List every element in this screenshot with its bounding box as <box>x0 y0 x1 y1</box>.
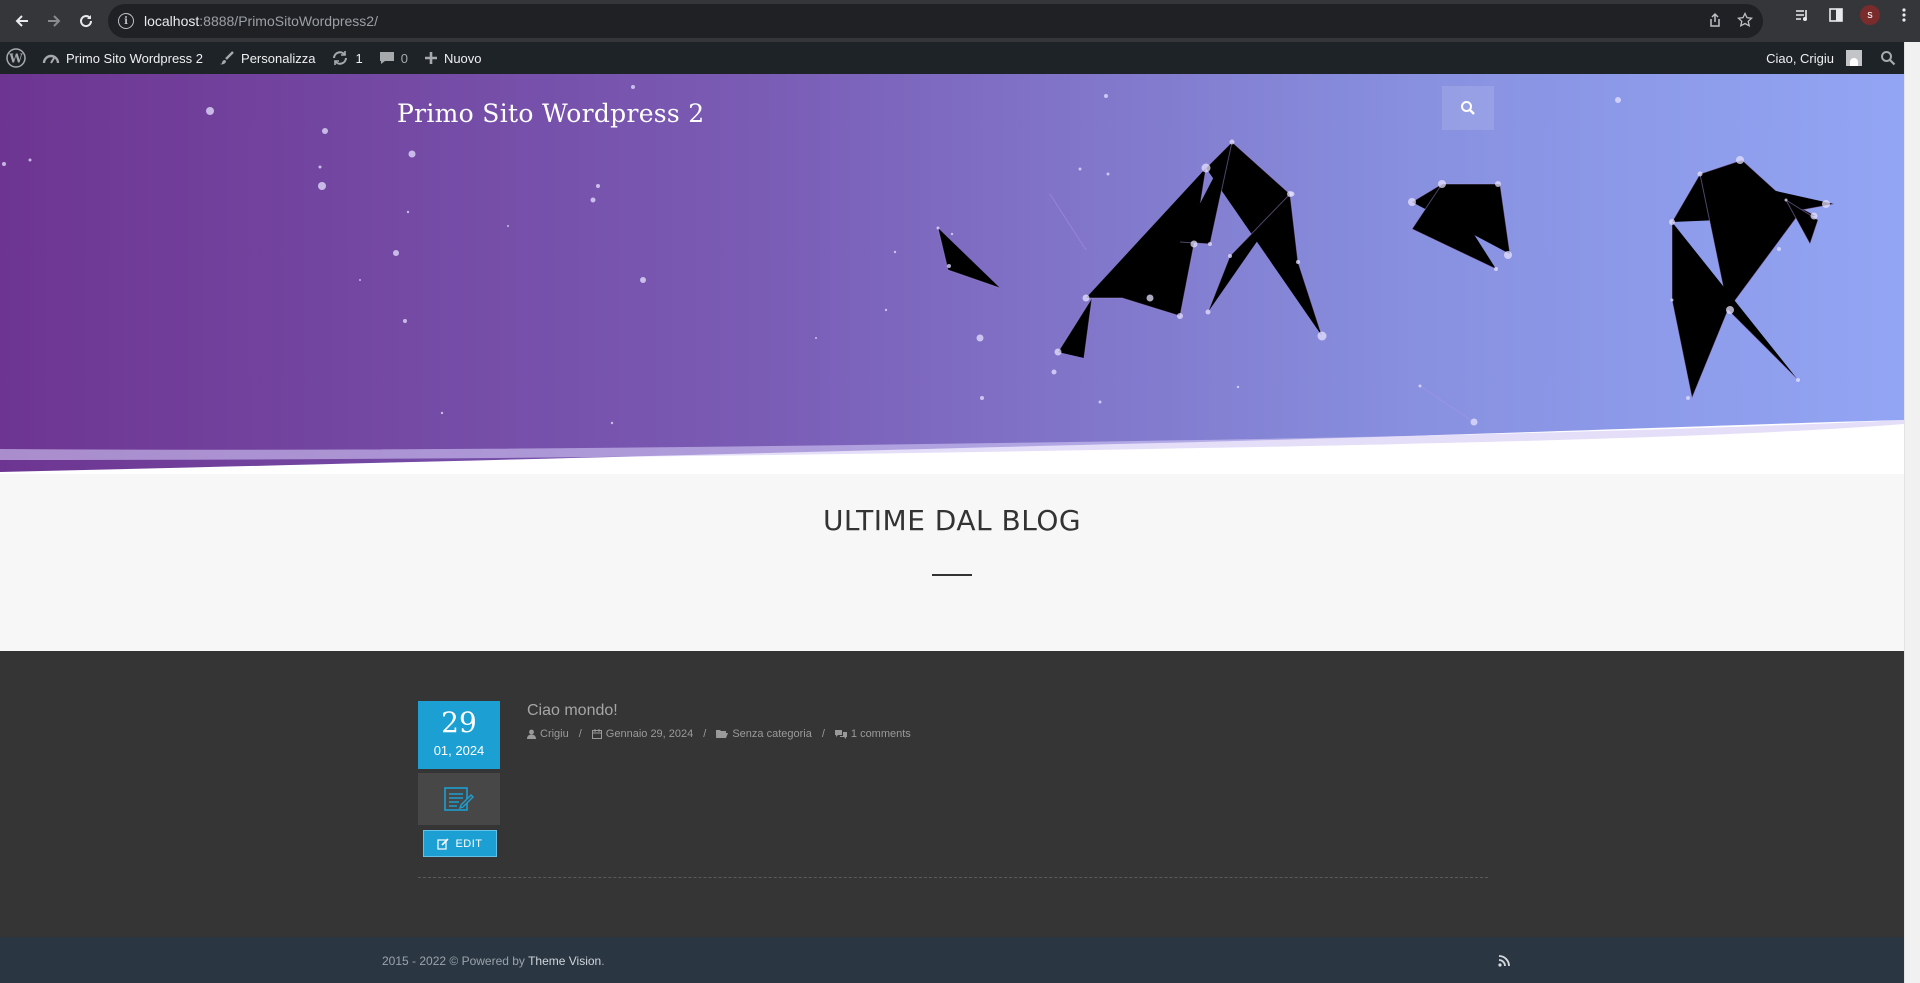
user-icon <box>527 729 536 739</box>
blog-section-header: ULTIME DAL BLOG <box>0 474 1904 651</box>
site-footer: 2015 - 2022 © Powered by Theme Vision. <box>0 937 1904 983</box>
forward-button[interactable] <box>38 5 70 37</box>
reload-button[interactable] <box>70 5 102 37</box>
profile-avatar[interactable]: s <box>1860 5 1880 25</box>
new-content-menu[interactable]: Nuovo <box>416 42 490 74</box>
post-day: 29 <box>441 706 477 739</box>
customize-label: Personalizza <box>241 50 316 66</box>
comments-menu[interactable]: 0 <box>371 42 416 74</box>
greeting-label: Ciao, Crigiu <box>1766 50 1834 66</box>
post-comments-link[interactable]: 1 comments <box>851 728 911 740</box>
page-scrollbar[interactable] <box>1904 42 1920 983</box>
side-panel-icon[interactable] <box>1826 5 1846 25</box>
share-icon[interactable] <box>1707 12 1723 28</box>
back-arrow-icon <box>15 15 28 27</box>
plus-icon <box>424 51 438 65</box>
post-author-link[interactable]: Crigiu <box>540 728 569 740</box>
site-info-icon[interactable]: i <box>118 13 134 29</box>
edit-pencil-icon <box>437 837 450 850</box>
post-format-box <box>418 773 500 825</box>
paintbrush-icon <box>219 50 235 66</box>
blog-list: 29 01, 2024 EDIT Ciao mondo! Crigiu / Ge… <box>0 651 1904 937</box>
updates-count: 1 <box>355 50 363 66</box>
post-category-link[interactable]: Senza categoria <box>732 728 812 740</box>
meta-separator: / <box>578 728 582 740</box>
calendar-icon <box>591 729 602 739</box>
post-title-link[interactable]: Ciao mondo! <box>527 702 618 720</box>
site-name-menu[interactable]: Primo Sito Wordpress 2 <box>34 42 211 74</box>
wp-admin-bar: W Primo Sito Wordpress 2 Personalizza 1 … <box>0 42 1904 74</box>
theme-vision-link[interactable]: Theme Vision <box>528 954 601 968</box>
site-title[interactable]: Primo Sito Wordpress 2 <box>397 99 705 128</box>
kebab-menu-icon[interactable] <box>1894 5 1914 25</box>
meta-separator: / <box>703 728 707 740</box>
admin-search[interactable] <box>1870 42 1904 74</box>
search-icon <box>1461 101 1475 115</box>
rss-feed-link[interactable] <box>1498 954 1510 972</box>
meta-separator: / <box>821 728 825 740</box>
footer-copyright: 2015 - 2022 © Powered by Theme Vision. <box>382 954 605 968</box>
my-account-menu[interactable]: Ciao, Crigiu <box>1758 42 1870 74</box>
wp-logo-menu[interactable]: W <box>0 42 34 74</box>
dashboard-gauge-icon <box>42 50 60 66</box>
updates-menu[interactable]: 1 <box>323 42 370 74</box>
media-control-icon[interactable] <box>1792 5 1812 25</box>
user-avatar <box>1846 50 1862 66</box>
new-label: Nuovo <box>443 50 482 66</box>
search-icon <box>1881 51 1896 66</box>
back-button[interactable] <box>6 5 38 37</box>
post-month-year: 01, 2024 <box>433 743 485 758</box>
bookmark-star-icon[interactable] <box>1737 12 1753 28</box>
section-divider <box>932 574 972 576</box>
post-meta: Crigiu / Gennaio 29, 2024 / Senza catego… <box>527 728 911 740</box>
browser-toolbar: i localhost:8888/PrimoSitoWordpress2/ s <box>0 0 1920 42</box>
hero-header: Primo Sito Wordpress 2 <box>0 74 1904 474</box>
particle-network-background <box>0 85 1904 474</box>
post-date-link[interactable]: Gennaio 29, 2024 <box>606 728 693 740</box>
svg-text:W: W <box>8 52 23 66</box>
reload-icon <box>80 15 93 28</box>
comment-bubble-icon <box>379 50 395 66</box>
post-format-edit-icon <box>444 787 474 811</box>
url-text: localhost:8888/PrimoSitoWordpress2/ <box>144 13 378 29</box>
forward-arrow-icon <box>48 15 61 27</box>
comments-icon <box>834 730 847 739</box>
edit-post-button[interactable]: EDIT <box>423 830 497 857</box>
section-title: ULTIME DAL BLOG <box>822 504 1082 537</box>
site-name-label: Primo Sito Wordpress 2 <box>66 50 204 66</box>
updates-refresh-icon <box>331 50 349 66</box>
customize-menu[interactable]: Personalizza <box>211 42 323 74</box>
edit-label: EDIT <box>455 837 483 850</box>
rss-icon <box>1498 955 1510 967</box>
address-bar[interactable]: i localhost:8888/PrimoSitoWordpress2/ <box>108 4 1763 38</box>
wordpress-logo-icon: W <box>6 48 26 68</box>
post-date-badge: 29 01, 2024 <box>418 701 500 769</box>
folder-open-icon <box>716 730 729 738</box>
comments-count: 0 <box>400 50 408 66</box>
post-divider <box>418 877 1488 878</box>
header-search-button[interactable] <box>1442 86 1494 130</box>
